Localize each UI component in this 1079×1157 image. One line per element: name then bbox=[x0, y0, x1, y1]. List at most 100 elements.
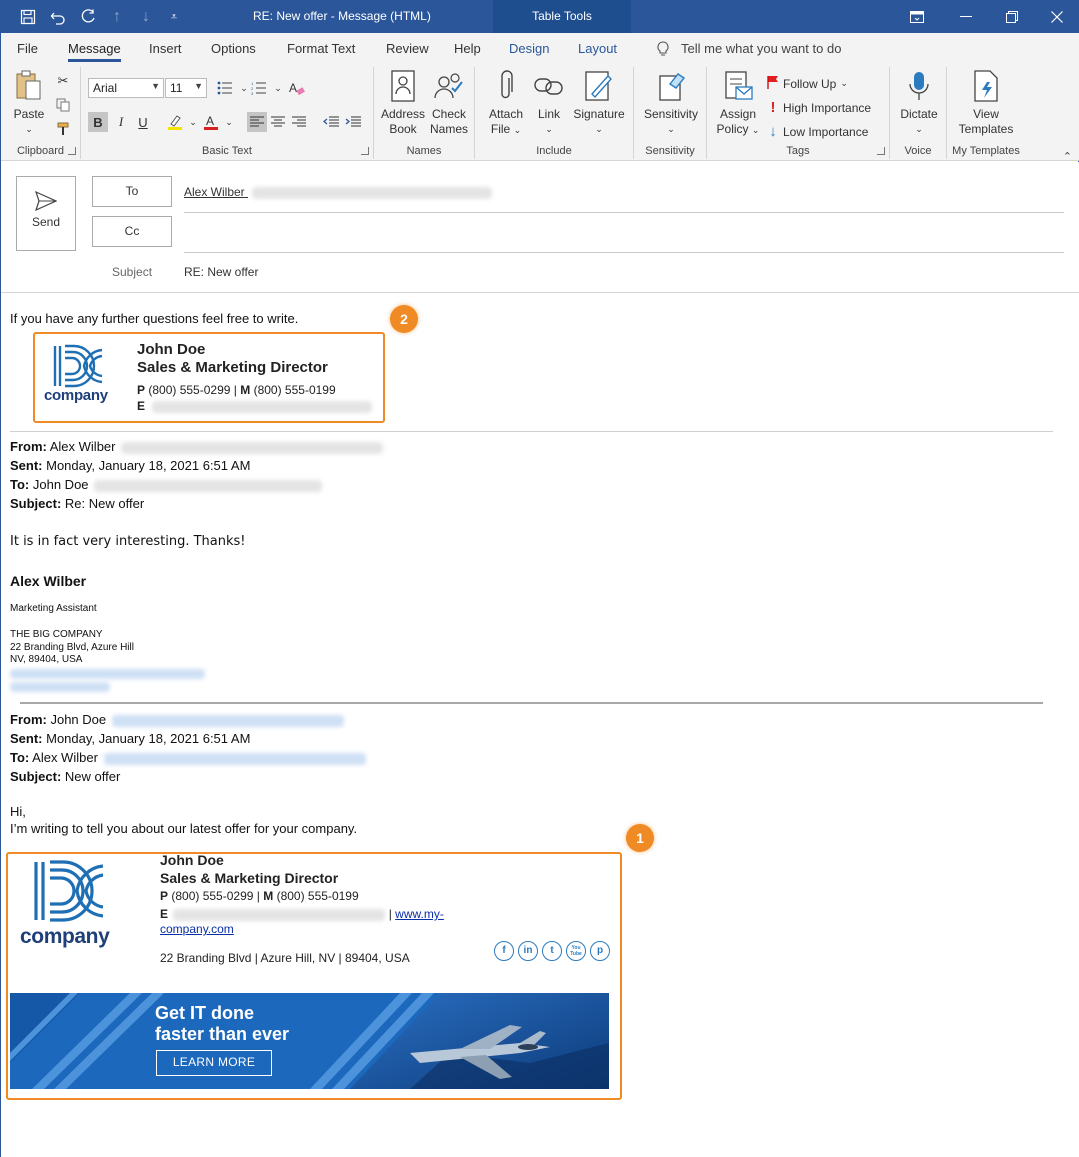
message-body[interactable]: If you have any further questions feel f… bbox=[1, 293, 1079, 1157]
cut-icon[interactable]: ✂ bbox=[53, 71, 73, 91]
numbering-icon[interactable]: 123 bbox=[249, 78, 269, 98]
font-name-select[interactable]: Arial ▼ bbox=[88, 78, 164, 98]
link-button[interactable]: Link ⌄ bbox=[531, 69, 567, 137]
learn-more-button[interactable]: LEARN MORE bbox=[156, 1050, 272, 1076]
linkedin-icon[interactable]: in bbox=[518, 941, 538, 961]
flag-icon bbox=[767, 75, 779, 92]
website-link[interactable]: www.my- bbox=[395, 907, 444, 921]
bullets-icon[interactable] bbox=[215, 78, 235, 98]
tab-help[interactable]: Help bbox=[454, 41, 481, 56]
phone-m-value: (800) 555-0199 bbox=[253, 383, 336, 397]
clipboard-launcher-icon[interactable] bbox=[68, 147, 76, 155]
paste-button[interactable]: Paste ⌄ bbox=[9, 69, 49, 137]
font-color-dropdown-icon[interactable]: ⌄ bbox=[219, 112, 239, 132]
pinterest-icon[interactable]: p bbox=[590, 941, 610, 961]
close-button[interactable] bbox=[1034, 0, 1079, 33]
copy-icon[interactable] bbox=[53, 95, 73, 115]
decrease-indent-icon[interactable] bbox=[321, 112, 341, 132]
save-icon[interactable] bbox=[17, 6, 39, 28]
banner-line-2: faster than ever bbox=[155, 1024, 290, 1044]
align-left-icon[interactable] bbox=[247, 112, 267, 132]
font-size-select[interactable]: 11 ▼ bbox=[165, 78, 207, 98]
font-color-icon[interactable]: A bbox=[201, 112, 221, 132]
sent-value: Monday, January 18, 2021 6:51 AM bbox=[46, 458, 251, 473]
from-email-redacted bbox=[121, 441, 384, 454]
view-templates-label-1: View bbox=[973, 107, 999, 121]
tab-insert[interactable]: Insert bbox=[149, 41, 182, 56]
ribbon: Paste ⌄ ✂ Clipboard Arial ▼ 11 ▼ ⌄ 1 2 3… bbox=[1, 63, 1079, 163]
redo-icon[interactable] bbox=[77, 6, 99, 28]
italic-button[interactable]: I bbox=[111, 112, 131, 132]
increase-indent-icon[interactable] bbox=[343, 112, 363, 132]
tab-options[interactable]: Options bbox=[211, 41, 256, 56]
to-button[interactable]: To bbox=[92, 176, 172, 207]
subject-field[interactable]: RE: New offer bbox=[184, 265, 258, 279]
promo-banner[interactable]: Get IT done faster than ever LEARN MORE bbox=[10, 993, 609, 1089]
tab-review[interactable]: Review bbox=[386, 41, 429, 56]
company-logo-mark bbox=[34, 860, 104, 922]
basic-text-launcher-icon[interactable] bbox=[361, 147, 369, 155]
sensitivity-button[interactable]: Sensitivity ⌄ bbox=[638, 69, 704, 137]
format-painter-icon[interactable] bbox=[53, 119, 73, 139]
from-label: From: bbox=[10, 439, 47, 454]
up-arrow-icon[interactable]: ↑ bbox=[106, 6, 128, 28]
down-arrow-icon[interactable]: ↓ bbox=[135, 6, 157, 28]
attach-file-button[interactable]: Attach File ⌄ bbox=[483, 69, 529, 138]
tags-launcher-icon[interactable] bbox=[877, 147, 885, 155]
facebook-icon[interactable]: f bbox=[494, 941, 514, 961]
tab-format-text[interactable]: Format Text bbox=[287, 41, 355, 56]
assign-policy-button[interactable]: Assign Policy ⌄ bbox=[715, 69, 761, 138]
tab-file[interactable]: File bbox=[17, 41, 38, 56]
numbering-dropdown-icon[interactable]: ⌄ bbox=[268, 78, 288, 98]
send-button[interactable]: Send bbox=[16, 176, 76, 251]
tell-me-label: Tell me what you want to do bbox=[681, 41, 842, 56]
title-bar: ↑ ↓ ⩡ RE: New offer - Message (HTML) Tab… bbox=[1, 0, 1079, 33]
tell-me-search[interactable]: Tell me what you want to do bbox=[657, 41, 841, 60]
cc-button[interactable]: Cc bbox=[92, 216, 172, 247]
highlight-icon[interactable] bbox=[165, 112, 185, 132]
phone-p-label: P bbox=[160, 889, 169, 903]
dictate-button[interactable]: Dictate ⌄ bbox=[895, 69, 943, 137]
customize-toolbar-icon[interactable]: ⩡ bbox=[163, 6, 185, 28]
font-name-value: Arial bbox=[93, 81, 118, 95]
restore-button[interactable] bbox=[989, 0, 1035, 33]
low-importance-button[interactable]: ↓ Low Importance bbox=[767, 123, 868, 140]
clear-formatting-icon[interactable]: A bbox=[287, 78, 307, 98]
tab-layout[interactable]: Layout bbox=[578, 41, 617, 56]
underline-button[interactable]: U bbox=[133, 112, 153, 132]
tab-message[interactable]: Message bbox=[68, 41, 121, 62]
font-size-value: 11 bbox=[170, 81, 183, 95]
dictate-label: Dictate bbox=[900, 107, 938, 121]
high-importance-button[interactable]: ! High Importance bbox=[767, 99, 872, 116]
youtube-icon[interactable]: You Tube bbox=[566, 941, 586, 961]
phone-m-label: M bbox=[263, 889, 274, 903]
address-book-button[interactable]: Address Book bbox=[380, 69, 426, 137]
ribbon-display-icon[interactable] bbox=[894, 0, 940, 33]
highlight-dropdown-icon[interactable]: ⌄ bbox=[183, 112, 203, 132]
bold-button[interactable]: B bbox=[88, 112, 108, 132]
group-include: Attach File ⌄ Link ⌄ Signature ⌄ Include bbox=[475, 67, 634, 159]
twitter-icon[interactable]: t bbox=[542, 941, 562, 961]
view-templates-button[interactable]: View Templates bbox=[951, 69, 1021, 137]
down-arrow-icon: ↓ bbox=[769, 123, 777, 140]
align-right-icon[interactable] bbox=[289, 112, 309, 132]
check-names-button[interactable]: Check Names bbox=[426, 69, 472, 137]
separator: | bbox=[256, 889, 260, 903]
minimize-button[interactable] bbox=[943, 0, 989, 33]
sig-top-phones: P (800) 555-0299 | M (800) 555-0199 bbox=[137, 383, 336, 397]
reply1-sig-links-redacted bbox=[10, 669, 205, 692]
signature-button[interactable]: Signature ⌄ bbox=[569, 69, 629, 137]
align-center-icon[interactable] bbox=[268, 112, 288, 132]
signature-icon bbox=[583, 69, 615, 103]
group-label-names: Names bbox=[406, 145, 442, 157]
cc-field[interactable] bbox=[184, 252, 1064, 253]
banner-title: Get IT done faster than ever bbox=[155, 1003, 289, 1045]
banner-line-1: Get IT done bbox=[155, 1003, 254, 1023]
from-value: John Doe bbox=[50, 712, 107, 727]
website-link[interactable]: company.com bbox=[160, 922, 234, 936]
undo-icon[interactable] bbox=[47, 6, 69, 28]
follow-up-button[interactable]: Follow Up ⌄ bbox=[767, 75, 848, 92]
to-field[interactable]: Alex Wilber bbox=[184, 185, 493, 199]
tab-design[interactable]: Design bbox=[509, 41, 549, 56]
chevron-down-icon: ⌄ bbox=[667, 124, 675, 134]
